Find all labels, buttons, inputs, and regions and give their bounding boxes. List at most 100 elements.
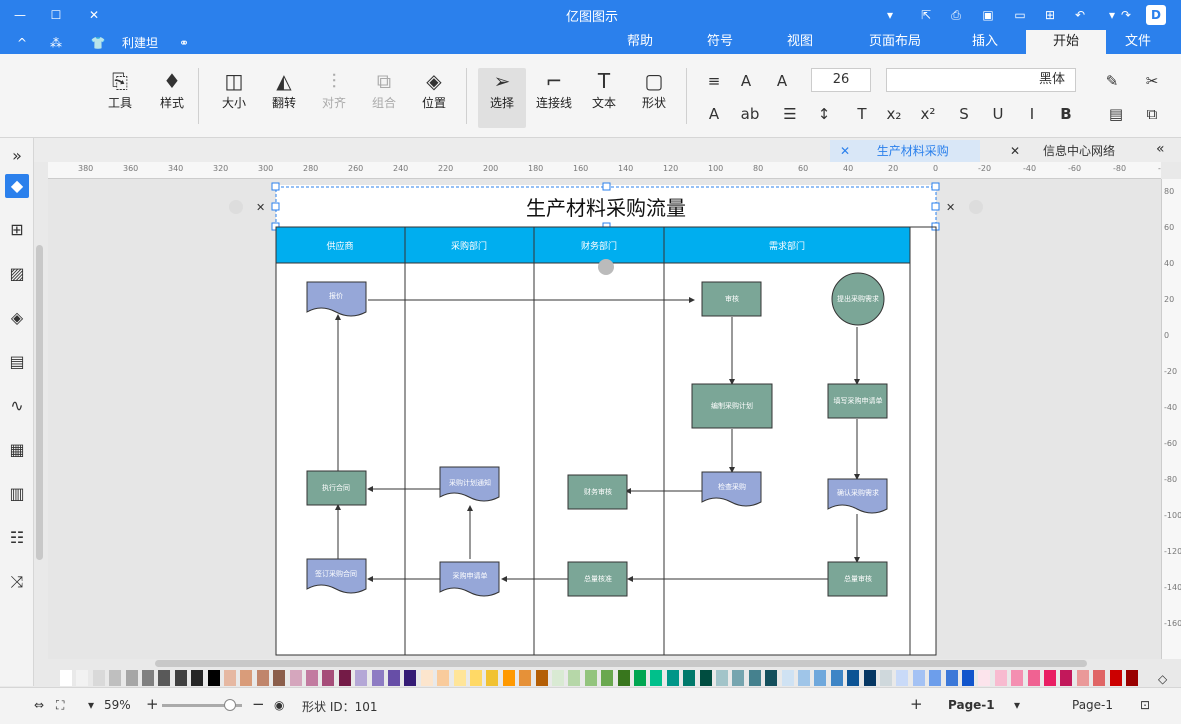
color-swatch[interactable] (273, 670, 286, 686)
color-swatch[interactable] (962, 670, 974, 686)
color-swatch[interactable] (994, 670, 1007, 686)
expand-icon[interactable]: » (5, 144, 29, 168)
color-swatch[interactable] (634, 670, 646, 686)
color-swatch[interactable] (978, 670, 991, 686)
horizontal-scrollbar[interactable] (155, 660, 1087, 667)
open-icon[interactable]: ▭ (1012, 7, 1028, 23)
dropdown-icon[interactable]: ▾ (882, 7, 898, 23)
bold-icon[interactable]: B (1056, 103, 1076, 125)
tab-insert[interactable]: 插入 (950, 30, 1020, 54)
history-icon[interactable]: ☷ (5, 526, 29, 550)
color-swatch[interactable] (289, 670, 302, 686)
tab-view[interactable]: 视图 (770, 30, 830, 54)
color-swatch[interactable] (420, 670, 433, 686)
text-button[interactable]: T 文本 (580, 68, 628, 128)
maximize-icon[interactable]: ☐ (48, 7, 64, 23)
color-swatch[interactable] (798, 670, 810, 686)
color-swatch[interactable] (92, 670, 105, 686)
close-icon[interactable]: ✕ (840, 144, 850, 158)
diagram-title[interactable]: 生产材料采购流量 (526, 196, 686, 220)
superscript-icon[interactable]: x² (918, 103, 938, 125)
close-icon[interactable]: ✕ (256, 201, 265, 214)
color-swatch[interactable] (716, 670, 728, 686)
page-dropdown-icon[interactable]: ▾ (1014, 698, 1020, 712)
color-swatch[interactable] (814, 670, 827, 686)
color-swatch[interactable] (158, 670, 171, 686)
color-swatch[interactable] (683, 670, 696, 686)
font-grow-icon[interactable]: A (772, 70, 792, 92)
shuffle-icon[interactable]: ⤨ (5, 570, 29, 594)
fill-icon[interactable]: ◇ (1158, 672, 1167, 686)
color-swatch[interactable] (322, 670, 335, 686)
nav-right-icon[interactable] (969, 200, 983, 214)
new-icon[interactable]: ⊞ (1042, 7, 1058, 23)
tab-symbols[interactable]: 符号 (690, 30, 750, 54)
fit-width-icon[interactable]: ⇔ (34, 698, 44, 712)
cut-icon[interactable]: ✂ (1142, 70, 1162, 92)
chart-icon[interactable]: ∿ (5, 394, 29, 418)
color-swatch[interactable] (519, 670, 532, 686)
color-swatch[interactable] (404, 670, 417, 686)
color-swatch[interactable] (929, 670, 942, 686)
vertical-scrollbar[interactable] (36, 245, 43, 560)
outline-icon[interactable]: ▥ (5, 482, 29, 506)
color-swatch[interactable] (912, 670, 925, 686)
color-swatch[interactable] (666, 670, 679, 686)
font-shrink-icon[interactable]: A (736, 70, 756, 92)
flip-button[interactable]: ◭ 翻转 (260, 68, 308, 128)
page-list-icon[interactable]: ⊡ (1140, 698, 1150, 712)
paste-icon[interactable]: ▤ (1106, 103, 1126, 125)
color-swatch[interactable] (338, 670, 351, 686)
color-swatch[interactable] (191, 670, 204, 686)
tab-help[interactable]: 帮助 (610, 30, 670, 54)
list-icon[interactable]: ☰ (780, 103, 800, 125)
color-swatch[interactable] (224, 670, 236, 686)
layers-panel-icon[interactable]: ◈ (5, 306, 29, 330)
color-swatch[interactable] (552, 670, 564, 686)
tab-home[interactable]: 开始 (1026, 30, 1106, 54)
format-painter-icon[interactable]: ✎ (1102, 70, 1122, 92)
color-swatch[interactable] (502, 670, 515, 686)
export-icon[interactable]: ⇱ (918, 7, 934, 23)
color-swatch[interactable] (1027, 670, 1040, 686)
color-swatch[interactable] (60, 670, 72, 686)
position-button[interactable]: ◈ 位置 (410, 68, 458, 128)
color-swatch[interactable] (207, 670, 220, 686)
line-spacing-icon[interactable]: ↕ (814, 103, 834, 125)
minimize-icon[interactable]: — (12, 7, 28, 23)
color-swatch[interactable] (896, 670, 909, 686)
align-button[interactable]: ⫶ 对齐 (310, 68, 358, 128)
color-swatch[interactable] (1011, 670, 1024, 686)
add-page-icon[interactable]: + (910, 695, 923, 713)
collapse-icon[interactable]: ^ (14, 35, 30, 51)
print-icon[interactable]: ⎙ (948, 7, 964, 23)
subscript-icon[interactable]: x₂ (884, 103, 904, 125)
page-icon[interactable]: ▤ (5, 350, 29, 374)
color-swatch[interactable] (847, 670, 860, 686)
doc-tab[interactable]: ✕ 信息中心网络 (1000, 140, 1150, 162)
color-swatch[interactable] (355, 670, 368, 686)
font-color-icon[interactable]: A (704, 103, 724, 125)
color-swatch[interactable] (535, 670, 548, 686)
text-align-icon[interactable]: ≡ (704, 70, 724, 92)
color-swatch[interactable] (601, 670, 614, 686)
font-family-select[interactable]: 黑体 (886, 68, 1076, 92)
color-swatch[interactable] (765, 670, 778, 686)
play-icon[interactable]: ◉ (274, 698, 284, 712)
share-icon[interactable]: ⚭ (176, 35, 192, 51)
color-swatch[interactable] (830, 670, 843, 686)
color-swatch[interactable] (1060, 670, 1073, 686)
color-swatch[interactable] (76, 670, 89, 686)
color-swatch[interactable] (732, 670, 745, 686)
color-swatch[interactable] (945, 670, 958, 686)
size-button[interactable]: ◫ 大小 (210, 68, 258, 128)
menu-extra[interactable]: 利建坦 (122, 34, 158, 51)
color-swatch[interactable] (437, 670, 450, 686)
color-swatch[interactable] (584, 670, 597, 686)
color-swatch[interactable] (240, 670, 253, 686)
close-icon[interactable]: ✕ (1010, 144, 1020, 158)
close-icon[interactable]: ✕ (946, 201, 955, 214)
color-swatch[interactable] (1076, 670, 1089, 686)
color-swatch[interactable] (863, 670, 876, 686)
close-icon[interactable]: ✕ (86, 7, 102, 23)
